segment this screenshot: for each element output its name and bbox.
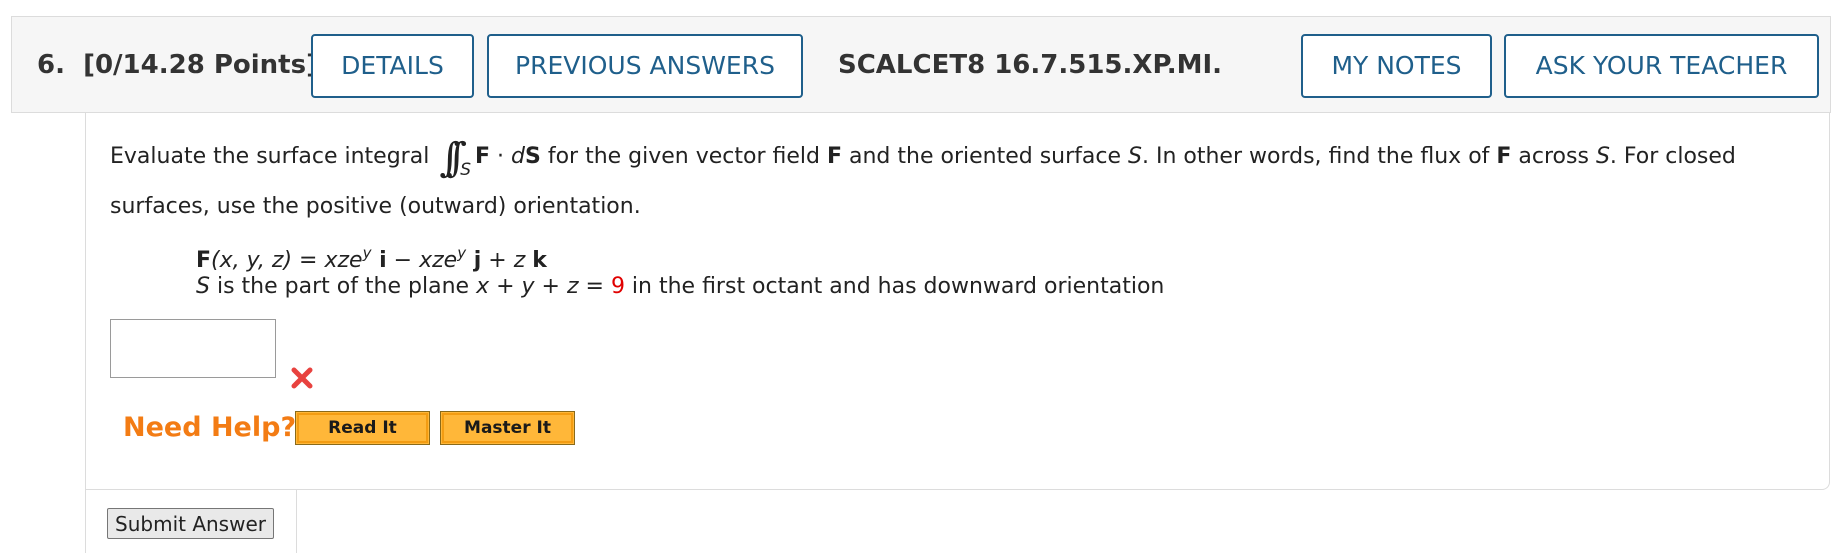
- question-number: 6.: [37, 50, 65, 80]
- integral-glyph: ∫∫: [439, 135, 466, 181]
- integrand-S: S: [524, 144, 541, 169]
- ask-your-teacher-button[interactable]: ASK YOUR TEACHER: [1504, 34, 1819, 98]
- plane-constant: 9: [610, 274, 625, 299]
- vector-field-symbol: F: [1496, 144, 1512, 169]
- details-button[interactable]: DETAILS: [311, 34, 474, 98]
- question-header: 6. [0/14.28 Points] DETAILS PREVIOUS ANS…: [11, 16, 1831, 113]
- question-points: [0/14.28 Points]: [83, 50, 318, 80]
- previous-answers-button[interactable]: PREVIOUS ANSWERS: [487, 34, 803, 98]
- integral-subscript: S: [460, 160, 471, 180]
- panel-divider: [85, 489, 86, 553]
- question-prompt: Evaluate the surface integral ∫∫ S F · dS f…: [110, 132, 1810, 232]
- surface-symbol: S: [196, 274, 210, 299]
- prompt-text: Evaluate the surface integral: [110, 144, 430, 169]
- question-title: 6. [0/14.28 Points]: [37, 17, 318, 114]
- answer-input[interactable]: [110, 319, 276, 378]
- surface-symbol: S: [1128, 144, 1142, 169]
- problem-formulas: F(x, y, z) = xzey i − xzey j + z k S is …: [196, 236, 1796, 304]
- integrand-d: d: [511, 144, 525, 169]
- problem-code: SCALCET8 16.7.515.XP.MI.: [838, 50, 1223, 80]
- surface-symbol: S: [1595, 144, 1610, 169]
- master-it-button[interactable]: Master It: [440, 411, 575, 445]
- submit-answer-button[interactable]: Submit Answer: [107, 508, 274, 539]
- surface-text: is the part of the plane: [209, 274, 477, 299]
- prompt-text: . In other words, find the flux of: [1141, 144, 1497, 169]
- vector-field-symbol: F: [826, 144, 843, 169]
- integrand-F: F: [475, 144, 491, 169]
- footer-panel: [296, 489, 1830, 553]
- surface-definition: S is the part of the plane x + y + z = 9…: [196, 270, 1796, 304]
- prompt-text: across: [1511, 144, 1596, 169]
- prompt-text: and the oriented surface: [842, 144, 1129, 169]
- vector-field-definition: F(x, y, z) = xzey i − xzey j + z k: [196, 236, 1796, 273]
- my-notes-button[interactable]: MY NOTES: [1301, 34, 1492, 98]
- need-help-label: Need Help?: [123, 412, 297, 443]
- read-it-button[interactable]: Read It: [295, 411, 430, 445]
- double-integral-symbol: ∫∫ S: [439, 138, 471, 180]
- prompt-text: for the given vector field: [540, 144, 827, 169]
- field-exponent: y: [457, 244, 467, 262]
- surface-text: in the first octant and has downward ori…: [624, 274, 1165, 299]
- integrand-dot: ·: [490, 144, 512, 169]
- plane-equation: x + y + z =: [476, 274, 611, 299]
- incorrect-x-icon: [291, 367, 313, 389]
